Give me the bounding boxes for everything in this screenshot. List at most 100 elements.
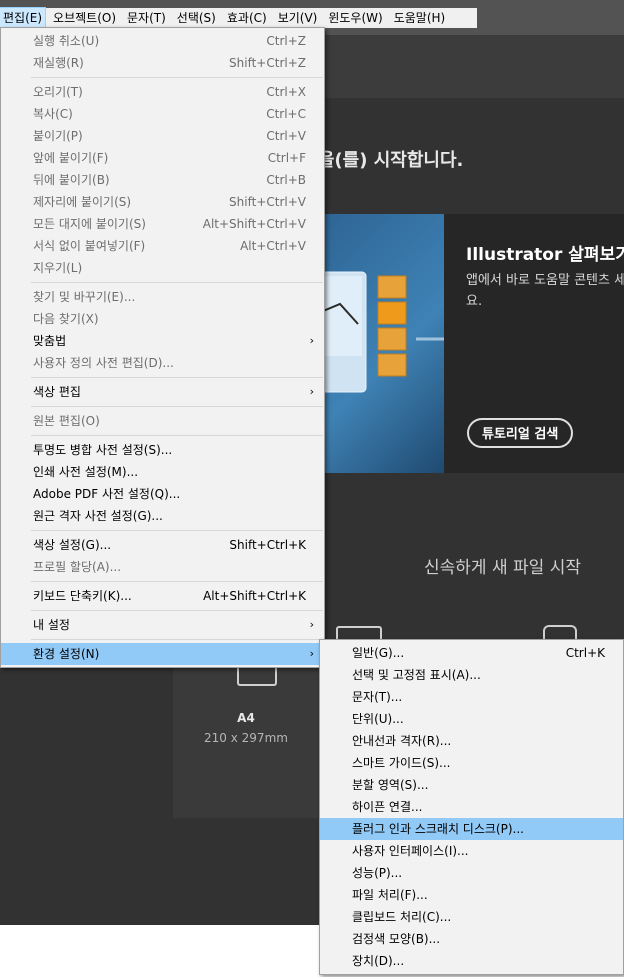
menubar-item-선택[interactable]: 선택(S) [174, 8, 219, 28]
menubar-item-윈도우[interactable]: 윈도우(W) [325, 8, 385, 28]
menu-separator [31, 77, 323, 78]
menu-item-label: 분할 영역(S)... [352, 778, 429, 792]
submenu-arrow-icon: › [309, 647, 314, 660]
menu-item-shortcut: Ctrl+C [266, 107, 306, 121]
menu-item-Adobe-PDF-사전-설정[interactable]: Adobe PDF 사전 설정(Q)... [1, 483, 324, 505]
menu-item-프로필-할당: 프로필 할당(A)... [1, 556, 324, 578]
banner-title: Illustrator 살펴보기 [466, 245, 624, 265]
menu-item-다음-찾기: 다음 찾기(X) [1, 308, 324, 330]
menu-item-label: 파일 처리(F)... [352, 888, 428, 902]
menu-item-label: 원본 편집(O) [33, 414, 100, 428]
menu-separator [31, 282, 323, 283]
menubar-item-오브젝트[interactable]: 오브젝트(O) [50, 8, 119, 28]
preferences-submenu: 일반(G)... Ctrl+K 선택 및 고정점 표시(A)... 문자(T)... 단… [319, 639, 624, 975]
menu-item-장치[interactable]: 장치(D)... [320, 950, 623, 972]
menu-item-색상-편집[interactable]: 색상 편집 › [1, 381, 324, 403]
menubar-item-효과[interactable]: 효과(C) [224, 8, 270, 28]
menu-item-shortcut: Ctrl+B [266, 173, 306, 187]
menu-item-제자리에-붙이기: 제자리에 붙이기(S) Shift+Ctrl+V [1, 191, 324, 213]
submenu-arrow-icon: › [309, 618, 314, 631]
menu-item-label: 앞에 붙이기(F) [33, 151, 109, 165]
menu-item-원본-편집: 원본 편집(O) [1, 410, 324, 432]
menu-item-환경-설정[interactable]: 환경 설정(N) › [1, 643, 324, 665]
menu-item-클립보드-처리[interactable]: 클립보드 처리(C)... [320, 906, 623, 928]
submenu-arrow-icon: › [309, 334, 314, 347]
menu-item-분할-영역[interactable]: 분할 영역(S)... [320, 774, 623, 796]
menu-item-shortcut: Ctrl+K [565, 646, 605, 660]
banner-description: 앱에서 바로 도움말 콘텐츠 세요. [466, 273, 624, 309]
menu-item-모든-대지에-붙이기: 모든 대지에 붙이기(S) Alt+Shift+Ctrl+V [1, 213, 324, 235]
edit-menu: 실행 취소(U) Ctrl+Z 재실행(R) Shift+Ctrl+Z 오리기(T) Ct… [0, 27, 325, 668]
menu-item-사용자-인터페이스[interactable]: 사용자 인터페이스(I)... [320, 840, 623, 862]
preset-card-a4[interactable]: A4 210 x 297mm [173, 648, 319, 818]
menu-item-찾기-및-바꾸기: 찾기 및 바꾸기(E)... [1, 286, 324, 308]
menu-item-label: 지우기(L) [33, 261, 83, 275]
menu-item-키보드-단축키[interactable]: 키보드 단축키(K)... Alt+Shift+Ctrl+K [1, 585, 324, 607]
menu-item-label: 서식 없이 붙여넣기(F) [33, 239, 146, 253]
menu-item-실행-취소: 실행 취소(U) Ctrl+Z [1, 30, 324, 52]
menu-item-성능[interactable]: 성능(P)... [320, 862, 623, 884]
menu-item-선택-및-고정점-표시[interactable]: 선택 및 고정점 표시(A)... [320, 664, 623, 686]
menu-item-label: 사용자 인터페이스(I)... [352, 844, 469, 858]
menu-item-인쇄-사전-설정[interactable]: 인쇄 사전 설정(M)... [1, 461, 324, 483]
menu-item-label: 다음 찾기(X) [33, 312, 99, 326]
menu-item-문자[interactable]: 문자(T)... [320, 686, 623, 708]
submenu-arrow-icon: › [309, 385, 314, 398]
menu-item-label: 성능(P)... [352, 866, 403, 880]
menu-item-붙이기: 붙이기(P) Ctrl+V [1, 125, 324, 147]
menu-item-검정색-모양[interactable]: 검정색 모양(B)... [320, 928, 623, 950]
menu-item-label: 내 설정 [33, 618, 70, 632]
menu-item-안내선과-격자[interactable]: 안내선과 격자(R)... [320, 730, 623, 752]
menu-item-뒤에-붙이기: 뒤에 붙이기(B) Ctrl+B [1, 169, 324, 191]
menu-item-shortcut: Alt+Shift+Ctrl+K [203, 589, 306, 603]
menu-item-서식-없이-붙여넣기: 서식 없이 붙여넣기(F) Alt+Ctrl+V [1, 235, 324, 257]
menu-item-복사: 복사(C) Ctrl+C [1, 103, 324, 125]
menu-item-label: 원근 격자 사전 설정(G)... [33, 509, 163, 523]
menubar-item-보기[interactable]: 보기(V) [275, 8, 321, 28]
menu-item-label: 장치(D)... [352, 954, 405, 968]
menu-item-단위[interactable]: 단위(U)... [320, 708, 623, 730]
menu-item-label: 뒤에 붙이기(B) [33, 173, 110, 187]
menu-item-label: 검정색 모양(B)... [352, 932, 441, 946]
menubar-item-편집[interactable]: 편집(E) [0, 7, 47, 29]
menu-item-label: 프로필 할당(A)... [33, 560, 122, 574]
menu-item-일반[interactable]: 일반(G)... Ctrl+K [320, 642, 623, 664]
menu-item-label: 일반(G)... [352, 646, 405, 660]
menu-item-오리기: 오리기(T) Ctrl+X [1, 81, 324, 103]
menu-separator [31, 406, 323, 407]
menubar-item-도움말[interactable]: 도움말(H) [391, 8, 449, 28]
menu-item-투명도-병합-사전-설정[interactable]: 투명도 병합 사전 설정(S)... [1, 439, 324, 461]
menu-item-스마트-가이드[interactable]: 스마트 가이드(S)... [320, 752, 623, 774]
menu-item-색상-설정[interactable]: 색상 설정(G)... Shift+Ctrl+K [1, 534, 324, 556]
menu-item-하이픈-연결[interactable]: 하이픈 연결... [320, 796, 623, 818]
menu-separator [31, 610, 323, 611]
menu-item-label: 인쇄 사전 설정(M)... [33, 465, 139, 479]
menu-item-shortcut: Ctrl+F [267, 151, 306, 165]
menu-item-맞춤법[interactable]: 맞춤법 › [1, 330, 324, 352]
menu-item-shortcut: Alt+Ctrl+V [240, 239, 306, 253]
menu-item-label: 키보드 단축키(K)... [33, 589, 132, 603]
preset-name: A4 [237, 711, 255, 725]
welcome-heading: r을(를) 시작합니다. [309, 150, 464, 171]
menu-item-내-설정[interactable]: 내 설정 › [1, 614, 324, 636]
menu-item-label: 제자리에 붙이기(S) [33, 195, 132, 209]
preset-size: 210 x 297mm [204, 731, 288, 745]
menu-item-label: 단위(U)... [352, 712, 404, 726]
menubar-items: 편집(E) 오브젝트(O) 문자(T) 선택(S) 효과(C) 보기(V) 윈도우(W) 도움… [0, 7, 477, 29]
menu-item-shortcut: Shift+Ctrl+Z [229, 56, 306, 70]
menu-item-원근-격자-사전-설정[interactable]: 원근 격자 사전 설정(G)... [1, 505, 324, 527]
menu-item-지우기: 지우기(L) [1, 257, 324, 279]
menu-item-label: 실행 취소(U) [33, 34, 100, 48]
menu-item-파일-처리[interactable]: 파일 처리(F)... [320, 884, 623, 906]
menubar-item-문자[interactable]: 문자(T) [124, 8, 169, 28]
search-tutorials-button[interactable]: 튜토리얼 검색 [467, 418, 574, 448]
menu-item-label: 오리기(T) [33, 85, 83, 99]
menu-item-label: 찾기 및 바꾸기(E)... [33, 290, 136, 304]
menu-item-shortcut: Alt+Shift+Ctrl+V [202, 217, 306, 231]
menu-item-재실행: 재실행(R) Shift+Ctrl+Z [1, 52, 324, 74]
menu-item-label: 문자(T)... [352, 690, 403, 704]
menu-item-label: 클립보드 처리(C)... [352, 910, 452, 924]
menu-item-shortcut: Ctrl+V [266, 129, 306, 143]
menu-item-플러그-인과-스크래치-디스크[interactable]: 플러그 인과 스크래치 디스크(P)... [320, 818, 623, 840]
menu-separator [31, 530, 323, 531]
